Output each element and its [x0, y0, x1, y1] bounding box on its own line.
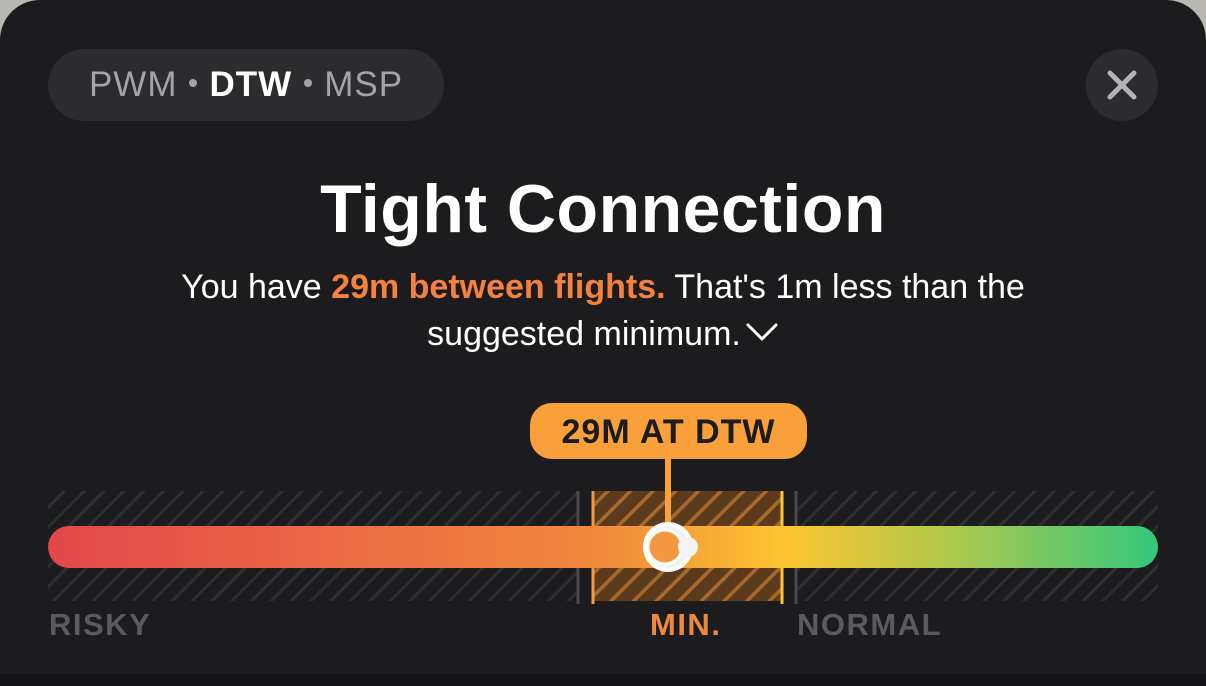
route-pill[interactable]: PWM DTW MSP — [48, 49, 444, 121]
description-highlight: 29m between flights. — [331, 268, 666, 306]
description-prefix: You have — [181, 268, 332, 306]
close-icon — [1107, 70, 1137, 100]
route-separator-dot — [304, 79, 313, 87]
connection-card: PWM DTW MSP Tight Connection You have 29… — [0, 0, 1206, 686]
close-button[interactable] — [1086, 49, 1158, 121]
risky-label: RISKY — [49, 607, 152, 642]
min-label: MIN. — [650, 607, 722, 642]
route-separator-dot — [189, 79, 198, 87]
route-stop-origin: PWM — [88, 65, 178, 104]
page-title: Tight Connection — [320, 171, 886, 247]
connection-gradient-bar — [48, 526, 1158, 568]
connection-timeline: 29M AT DTW RISKY MIN. NORMAL — [0, 395, 1206, 686]
normal-label: NORMAL — [797, 607, 943, 642]
chevron-down-icon[interactable] — [745, 322, 779, 342]
connection-description[interactable]: You have 29m between flights. That's 1m … — [100, 264, 1106, 358]
timeline-graphic: 29M AT DTW — [48, 403, 1158, 604]
bottom-divider — [0, 674, 1206, 686]
route-stop-destination: MSP — [324, 65, 404, 104]
route-stop-connection: DTW — [209, 65, 293, 104]
marker-knob-highlight — [678, 537, 698, 557]
marker-label: 29M AT DTW — [562, 413, 776, 451]
marker-knob-inner — [646, 528, 684, 566]
